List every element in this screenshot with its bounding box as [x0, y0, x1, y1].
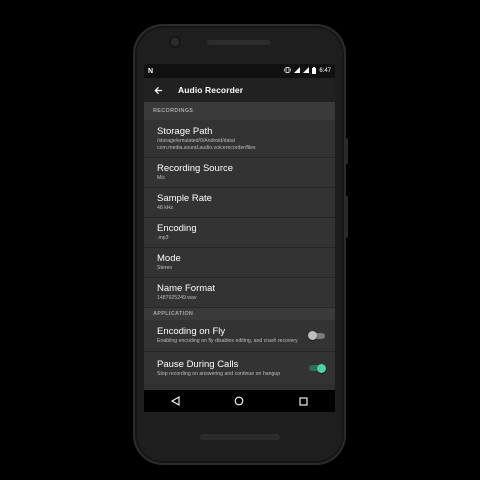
- setting-sample-rate[interactable]: Sample Rate 48 kHz: [144, 188, 335, 218]
- setting-title: Encoding: [157, 223, 197, 235]
- setting-value: 48 kHz: [157, 205, 174, 212]
- setting-encoding-on-fly[interactable]: Encoding on Fly Enabling encoding on fly…: [144, 320, 335, 352]
- toggle-thumb: [308, 331, 317, 340]
- page-title: Audio Recorder: [178, 85, 244, 95]
- setting-title: Sample Rate: [157, 193, 212, 205]
- setting-value: Enabling encoding on fly disables editin…: [157, 338, 298, 345]
- back-triangle-icon[interactable]: [169, 394, 183, 408]
- setting-value: Mic: [157, 175, 166, 182]
- setting-encoding[interactable]: Encoding .mp3: [144, 218, 335, 248]
- toggle-thumb: [317, 363, 326, 373]
- bottom-speaker: [200, 434, 280, 440]
- volume-button: [345, 196, 348, 238]
- setting-value: /storage/emulated/0/Android/data/ com.me…: [157, 138, 256, 151]
- setting-recording-source[interactable]: Recording Source Mic: [144, 158, 335, 188]
- setting-title: Storage Path: [157, 126, 213, 137]
- signal-icon: [303, 67, 310, 75]
- setting-title: Pause During Calls: [157, 358, 239, 370]
- setting-title: Name Format: [157, 283, 216, 295]
- wifi-icon: [294, 67, 301, 75]
- status-time: 6:47: [319, 68, 331, 74]
- app-bar: Audio Recorder: [144, 78, 335, 102]
- power-button: [345, 138, 348, 164]
- setting-storage-path[interactable]: Storage Path /storage/emulated/0/Android…: [144, 120, 335, 158]
- setting-value: Stereo: [157, 265, 173, 272]
- encoding-on-fly-toggle[interactable]: [308, 330, 326, 342]
- arrow-back-icon[interactable]: [152, 84, 164, 96]
- front-camera: [171, 38, 179, 46]
- setting-title: Encoding on Fly: [157, 326, 226, 338]
- status-bar: N 6:47: [144, 64, 335, 78]
- screen: N 6:47 Audio Recorder RECORDINGS Storage…: [144, 64, 335, 412]
- battery-icon: [312, 66, 317, 76]
- pause-during-calls-toggle[interactable]: [308, 362, 326, 374]
- vibrate-icon: [284, 67, 292, 75]
- setting-value: Stop recording on answering and continue…: [157, 370, 281, 377]
- recents-square-icon[interactable]: [296, 394, 310, 408]
- setting-title: Mode: [157, 253, 181, 265]
- section-header-application: APPLICATION: [144, 308, 335, 320]
- setting-title: Recording Source: [157, 163, 234, 175]
- n-notification-icon: N: [148, 67, 154, 75]
- setting-mode[interactable]: Mode Stereo: [144, 248, 335, 278]
- navigation-bar: [144, 390, 335, 412]
- setting-name-format[interactable]: Name Format 1487925249.wav: [144, 278, 335, 308]
- setting-value: 1487925249.wav: [157, 295, 197, 302]
- setting-value: .mp3: [157, 235, 169, 242]
- section-header-recordings: RECORDINGS: [144, 102, 335, 120]
- setting-pause-during-calls[interactable]: Pause During Calls Stop recording on ans…: [144, 352, 335, 384]
- earpiece-speaker: [207, 40, 271, 45]
- home-circle-icon[interactable]: [232, 394, 246, 408]
